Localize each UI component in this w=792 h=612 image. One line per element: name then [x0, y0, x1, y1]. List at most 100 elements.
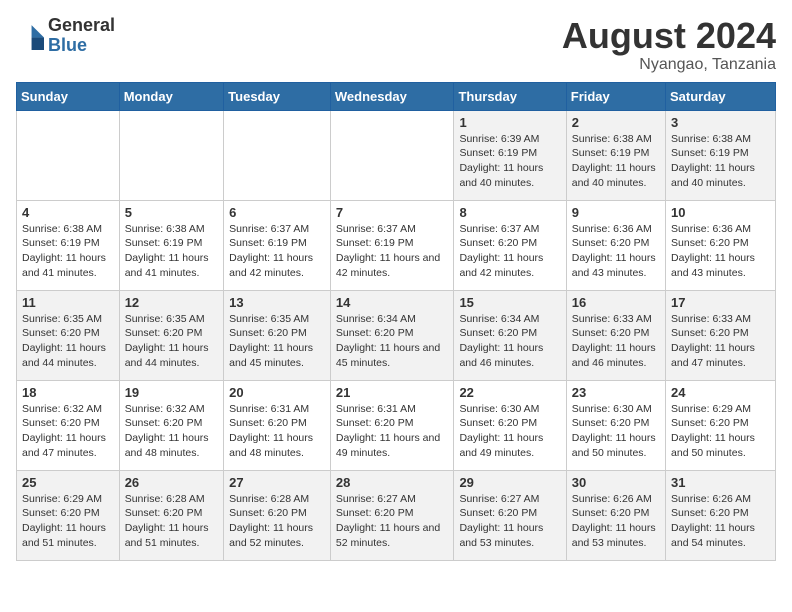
calendar-cell: 11 Sunrise: 6:35 AM Sunset: 6:20 PM Dayli… — [17, 290, 120, 380]
weekday-row: SundayMondayTuesdayWednesdayThursdayFrid… — [17, 82, 776, 110]
calendar-cell: 6 Sunrise: 6:37 AM Sunset: 6:19 PM Daylig… — [224, 200, 331, 290]
calendar-week-row: 11 Sunrise: 6:35 AM Sunset: 6:20 PM Dayli… — [17, 290, 776, 380]
day-content: Sunrise: 6:36 AM Sunset: 6:20 PM Dayligh… — [671, 222, 770, 281]
day-content: Sunrise: 6:39 AM Sunset: 6:19 PM Dayligh… — [459, 132, 560, 191]
calendar-body: 1 Sunrise: 6:39 AM Sunset: 6:19 PM Daylig… — [17, 110, 776, 560]
day-number: 13 — [229, 295, 325, 310]
day-content: Sunrise: 6:29 AM Sunset: 6:20 PM Dayligh… — [671, 402, 770, 461]
calendar-cell: 17Sunrise: 6:33 AM Sunset: 6:20 PM Dayli… — [666, 290, 776, 380]
calendar-cell: 10 Sunrise: 6:36 AM Sunset: 6:20 PM Dayli… — [666, 200, 776, 290]
logo-icon — [16, 22, 44, 50]
day-content: Sunrise: 6:35 AM Sunset: 6:20 PM Dayligh… — [125, 312, 218, 371]
day-content: Sunrise: 6:38 AM Sunset: 6:19 PM Dayligh… — [125, 222, 218, 281]
calendar-cell — [119, 110, 223, 200]
day-content: Sunrise: 6:37 AM Sunset: 6:20 PM Dayligh… — [459, 222, 560, 281]
day-number: 18 — [22, 385, 114, 400]
day-number: 8 — [459, 205, 560, 220]
day-content: Sunrise: 6:37 AM Sunset: 6:19 PM Dayligh… — [336, 222, 449, 281]
day-number: 26 — [125, 475, 218, 490]
calendar-cell: 25 Sunrise: 6:29 AM Sunset: 6:20 PM Dayli… — [17, 470, 120, 560]
day-number: 14 — [336, 295, 449, 310]
weekday-header-monday: Monday — [119, 82, 223, 110]
calendar-cell: 3Sunrise: 6:38 AM Sunset: 6:19 PM Daylig… — [666, 110, 776, 200]
calendar-cell: 16 Sunrise: 6:33 AM Sunset: 6:20 PM Dayli… — [566, 290, 665, 380]
calendar-cell: 31Sunrise: 6:26 AM Sunset: 6:20 PM Dayli… — [666, 470, 776, 560]
day-number: 20 — [229, 385, 325, 400]
logo: General Blue — [16, 16, 115, 56]
calendar-cell: 28 Sunrise: 6:27 AM Sunset: 6:20 PM Dayli… — [330, 470, 454, 560]
day-content: Sunrise: 6:36 AM Sunset: 6:20 PM Dayligh… — [572, 222, 660, 281]
calendar-cell: 24 Sunrise: 6:29 AM Sunset: 6:20 PM Dayli… — [666, 380, 776, 470]
calendar-cell: 26Sunrise: 6:28 AM Sunset: 6:20 PM Dayli… — [119, 470, 223, 560]
calendar-cell: 29Sunrise: 6:27 AM Sunset: 6:20 PM Dayli… — [454, 470, 566, 560]
calendar-cell: 2Sunrise: 6:38 AM Sunset: 6:19 PM Daylig… — [566, 110, 665, 200]
weekday-header-saturday: Saturday — [666, 82, 776, 110]
logo-text: General Blue — [48, 16, 115, 56]
day-content: Sunrise: 6:32 AM Sunset: 6:20 PM Dayligh… — [22, 402, 114, 461]
day-number: 3 — [671, 115, 770, 130]
calendar-header: SundayMondayTuesdayWednesdayThursdayFrid… — [17, 82, 776, 110]
day-number: 7 — [336, 205, 449, 220]
day-number: 16 — [572, 295, 660, 310]
day-number: 15 — [459, 295, 560, 310]
location-subtitle: Nyangao, Tanzania — [562, 56, 776, 74]
calendar-cell: 4Sunrise: 6:38 AM Sunset: 6:19 PM Daylig… — [17, 200, 120, 290]
day-content: Sunrise: 6:34 AM Sunset: 6:20 PM Dayligh… — [459, 312, 560, 371]
day-number: 9 — [572, 205, 660, 220]
day-number: 2 — [572, 115, 660, 130]
weekday-header-tuesday: Tuesday — [224, 82, 331, 110]
day-content: Sunrise: 6:37 AM Sunset: 6:19 PM Dayligh… — [229, 222, 325, 281]
calendar-cell: 27 Sunrise: 6:28 AM Sunset: 6:20 PM Dayli… — [224, 470, 331, 560]
day-number: 30 — [572, 475, 660, 490]
weekday-header-wednesday: Wednesday — [330, 82, 454, 110]
calendar-cell: 15 Sunrise: 6:34 AM Sunset: 6:20 PM Dayli… — [454, 290, 566, 380]
day-number: 22 — [459, 385, 560, 400]
day-number: 24 — [671, 385, 770, 400]
logo-general: General — [48, 15, 115, 35]
calendar-week-row: 18 Sunrise: 6:32 AM Sunset: 6:20 PM Dayli… — [17, 380, 776, 470]
day-content: Sunrise: 6:35 AM Sunset: 6:20 PM Dayligh… — [229, 312, 325, 371]
day-content: Sunrise: 6:33 AM Sunset: 6:20 PM Dayligh… — [671, 312, 770, 371]
calendar-cell: 13 Sunrise: 6:35 AM Sunset: 6:20 PM Dayli… — [224, 290, 331, 380]
calendar-cell: 21Sunrise: 6:31 AM Sunset: 6:20 PM Dayli… — [330, 380, 454, 470]
day-content: Sunrise: 6:35 AM Sunset: 6:20 PM Dayligh… — [22, 312, 114, 371]
day-content: Sunrise: 6:27 AM Sunset: 6:20 PM Dayligh… — [336, 492, 449, 551]
month-title: August 2024 — [562, 16, 776, 56]
weekday-header-friday: Friday — [566, 82, 665, 110]
calendar-cell: 9 Sunrise: 6:36 AM Sunset: 6:20 PM Daylig… — [566, 200, 665, 290]
calendar-cell — [224, 110, 331, 200]
day-content: Sunrise: 6:33 AM Sunset: 6:20 PM Dayligh… — [572, 312, 660, 371]
title-block: August 2024 Nyangao, Tanzania — [562, 16, 776, 74]
day-content: Sunrise: 6:34 AM Sunset: 6:20 PM Dayligh… — [336, 312, 449, 371]
day-content: Sunrise: 6:27 AM Sunset: 6:20 PM Dayligh… — [459, 492, 560, 551]
day-number: 11 — [22, 295, 114, 310]
day-number: 23 — [572, 385, 660, 400]
day-content: Sunrise: 6:29 AM Sunset: 6:20 PM Dayligh… — [22, 492, 114, 551]
calendar-cell: 7 Sunrise: 6:37 AM Sunset: 6:19 PM Daylig… — [330, 200, 454, 290]
day-number: 1 — [459, 115, 560, 130]
calendar-week-row: 1 Sunrise: 6:39 AM Sunset: 6:19 PM Daylig… — [17, 110, 776, 200]
day-number: 25 — [22, 475, 114, 490]
calendar-cell: 14 Sunrise: 6:34 AM Sunset: 6:20 PM Dayli… — [330, 290, 454, 380]
calendar-cell: 19Sunrise: 6:32 AM Sunset: 6:20 PM Dayli… — [119, 380, 223, 470]
calendar-cell: 23Sunrise: 6:30 AM Sunset: 6:20 PM Dayli… — [566, 380, 665, 470]
weekday-header-thursday: Thursday — [454, 82, 566, 110]
day-number: 5 — [125, 205, 218, 220]
calendar-cell: 20Sunrise: 6:31 AM Sunset: 6:20 PM Dayli… — [224, 380, 331, 470]
day-number: 27 — [229, 475, 325, 490]
day-number: 6 — [229, 205, 325, 220]
day-number: 10 — [671, 205, 770, 220]
day-content: Sunrise: 6:28 AM Sunset: 6:20 PM Dayligh… — [229, 492, 325, 551]
calendar-cell — [17, 110, 120, 200]
calendar-cell — [330, 110, 454, 200]
day-content: Sunrise: 6:30 AM Sunset: 6:20 PM Dayligh… — [459, 402, 560, 461]
calendar-cell: 1 Sunrise: 6:39 AM Sunset: 6:19 PM Daylig… — [454, 110, 566, 200]
weekday-header-sunday: Sunday — [17, 82, 120, 110]
day-content: Sunrise: 6:32 AM Sunset: 6:20 PM Dayligh… — [125, 402, 218, 461]
calendar-week-row: 4Sunrise: 6:38 AM Sunset: 6:19 PM Daylig… — [17, 200, 776, 290]
day-content: Sunrise: 6:38 AM Sunset: 6:19 PM Dayligh… — [22, 222, 114, 281]
calendar-cell: 22 Sunrise: 6:30 AM Sunset: 6:20 PM Dayli… — [454, 380, 566, 470]
day-number: 28 — [336, 475, 449, 490]
calendar-cell: 18 Sunrise: 6:32 AM Sunset: 6:20 PM Dayli… — [17, 380, 120, 470]
day-number: 21 — [336, 385, 449, 400]
